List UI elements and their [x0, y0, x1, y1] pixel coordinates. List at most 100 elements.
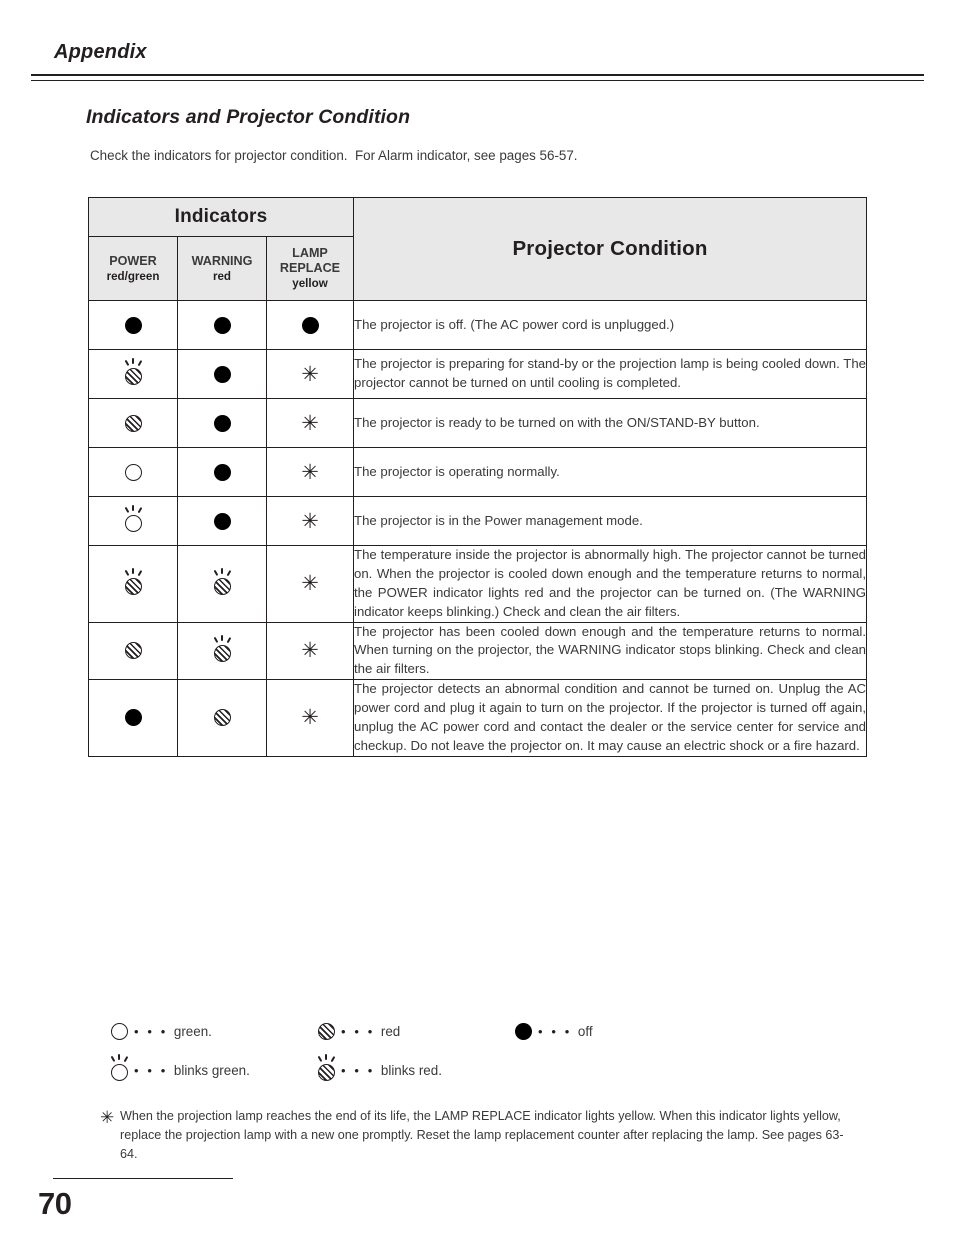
- legend-item-blinks-green: • • • blinks green.: [106, 1054, 250, 1083]
- indicator-cell-power: [88, 679, 178, 757]
- indicator-cell-lamp: ✳: [265, 447, 355, 497]
- footnote: ✳ When the projection lamp reaches the e…: [100, 1106, 890, 1163]
- circle-filled-icon: [207, 310, 237, 340]
- indicator-cell-lamp: ✳: [265, 679, 355, 757]
- circle-open-blinking-icon: [106, 1054, 132, 1083]
- column-header-power-colors: red/green: [106, 269, 160, 283]
- legend-item-red: • • • red: [313, 1018, 400, 1044]
- projector-condition-header: Projector Condition: [353, 197, 868, 301]
- indicator-cell-power: [88, 349, 178, 399]
- legend-label-off: off: [577, 1023, 593, 1039]
- indicator-cell-warning: [177, 496, 267, 546]
- table-header-top-row: Indicators Projector Condition: [87, 197, 868, 301]
- circle-hatched-blinking-icon: [118, 567, 148, 599]
- indicators-table: Indicators Projector Condition POWER red…: [87, 197, 868, 757]
- column-header-lamp-line2: REPLACE: [279, 261, 341, 276]
- column-header-lamp-line1: LAMP: [292, 246, 328, 261]
- indicator-cell-lamp: ✳: [265, 496, 355, 546]
- table-row: ✳ The projector has been cooled down enou…: [88, 621, 868, 681]
- running-head: Appendix: [54, 41, 147, 63]
- legend-label-red: red: [380, 1023, 401, 1039]
- legend-label-green: green.: [173, 1023, 212, 1039]
- legend-item-off: • • • off: [510, 1018, 593, 1044]
- condition-cell: The projector is operating normally.: [353, 447, 868, 497]
- circle-filled-icon: [207, 359, 237, 389]
- column-header-warning-name: WARNING: [191, 253, 253, 268]
- asterisk-icon: ✳: [301, 460, 319, 484]
- indicator-cell-lamp: ✳: [265, 621, 355, 681]
- condition-cell: The temperature inside the projector is …: [353, 545, 868, 623]
- circle-filled-icon: [510, 1018, 536, 1044]
- legend-item-green: • • • green.: [106, 1018, 212, 1044]
- circle-hatched-icon: [118, 636, 148, 666]
- indicator-cell-warning: [177, 621, 267, 681]
- legend-label-blinks-red: blinks red.: [380, 1062, 442, 1078]
- condition-cell: The projector is off. (The AC power cord…: [353, 300, 868, 350]
- circle-hatched-icon: [118, 408, 148, 438]
- header-rule-thin: [31, 80, 924, 81]
- table-row: ✳ The projector detects an abnormal condi…: [88, 679, 868, 757]
- asterisk-icon: ✳: [301, 639, 319, 663]
- condition-cell: The projector detects an abnormal condit…: [353, 679, 868, 757]
- legend-dots: • • •: [134, 1062, 168, 1078]
- indicator-cell-lamp: ✳: [265, 398, 355, 448]
- circle-filled-icon: [207, 408, 237, 438]
- circle-hatched-icon: [313, 1018, 339, 1044]
- legend-dots: • • •: [341, 1062, 375, 1078]
- asterisk-icon: ✳: [301, 411, 319, 435]
- legend-item-blinks-red: • • • blinks red.: [313, 1054, 442, 1083]
- indicator-cell-power: [88, 447, 178, 497]
- indicator-cell-power: [88, 398, 178, 448]
- page-number: 70: [38, 1186, 72, 1221]
- indicator-cell-lamp: ✳: [265, 349, 355, 399]
- table-row: ✳ The temperature inside the projector is…: [88, 545, 868, 623]
- circle-hatched-blinking-icon: [207, 567, 237, 599]
- column-header-power-name: POWER: [109, 253, 157, 268]
- footnote-text: When the projection lamp reaches the end…: [120, 1108, 844, 1162]
- column-header-warning: WARNING red: [177, 236, 267, 301]
- circle-hatched-blinking-icon: [207, 634, 237, 666]
- circle-hatched-blinking-icon: [313, 1054, 339, 1083]
- circle-filled-icon: [295, 310, 325, 340]
- circle-filled-icon: [118, 310, 148, 340]
- table-row: ✳ The projector is ready to be turned on …: [88, 398, 868, 448]
- indicator-cell-warning: [177, 545, 267, 623]
- indicator-cell-warning: [177, 349, 267, 399]
- indicator-cell-power: [88, 545, 178, 623]
- page-title: Indicators and Projector Condition: [86, 106, 411, 128]
- header-rule-thick: [31, 74, 924, 76]
- indicator-cell-warning: [177, 398, 267, 448]
- indicator-cell-lamp: [265, 300, 355, 350]
- condition-cell: The projector is preparing for stand-by …: [353, 349, 868, 399]
- asterisk-icon: ✳: [301, 572, 319, 596]
- circle-open-icon: [118, 457, 148, 487]
- legend: • • • green. • • • red • • • off • • • b…: [106, 1018, 836, 1096]
- indicator-cell-warning: [177, 679, 267, 757]
- legend-dots: • • •: [341, 1023, 375, 1039]
- legend-dots: • • •: [134, 1023, 168, 1039]
- table-row: The projector is off. (The AC power cord…: [88, 300, 868, 350]
- table-row: ✳ The projector is operating normally.: [88, 447, 868, 497]
- circle-filled-icon: [118, 703, 148, 733]
- legend-dots: • • •: [538, 1023, 572, 1039]
- indicator-cell-warning: [177, 300, 267, 350]
- circle-hatched-blinking-icon: [118, 358, 148, 389]
- asterisk-icon: ✳: [301, 362, 319, 386]
- circle-filled-icon: [207, 506, 237, 536]
- legend-row-2: • • • blinks green. • • • blinks red.: [106, 1054, 836, 1096]
- circle-filled-icon: [207, 457, 237, 487]
- indicator-cell-lamp: ✳: [265, 545, 355, 623]
- intro-text: Check the indicators for projector condi…: [90, 148, 578, 163]
- column-header-power: POWER red/green: [88, 236, 178, 301]
- asterisk-icon: ✳: [301, 509, 319, 533]
- circle-open-blinking-icon: [118, 505, 148, 536]
- asterisk-icon: ✳: [100, 1108, 115, 1127]
- table-row: ✳ The projector is preparing for stand-by…: [88, 349, 868, 399]
- legend-row-1: • • • green. • • • red • • • off: [106, 1018, 836, 1057]
- condition-cell: The projector is ready to be turned on w…: [353, 398, 868, 448]
- asterisk-icon: ✳: [301, 706, 319, 730]
- indicators-group-header: Indicators: [87, 197, 355, 237]
- condition-cell: The projector is in the Power management…: [353, 496, 868, 546]
- column-header-lamp-colors: yellow: [292, 277, 328, 291]
- circle-open-icon: [106, 1018, 132, 1044]
